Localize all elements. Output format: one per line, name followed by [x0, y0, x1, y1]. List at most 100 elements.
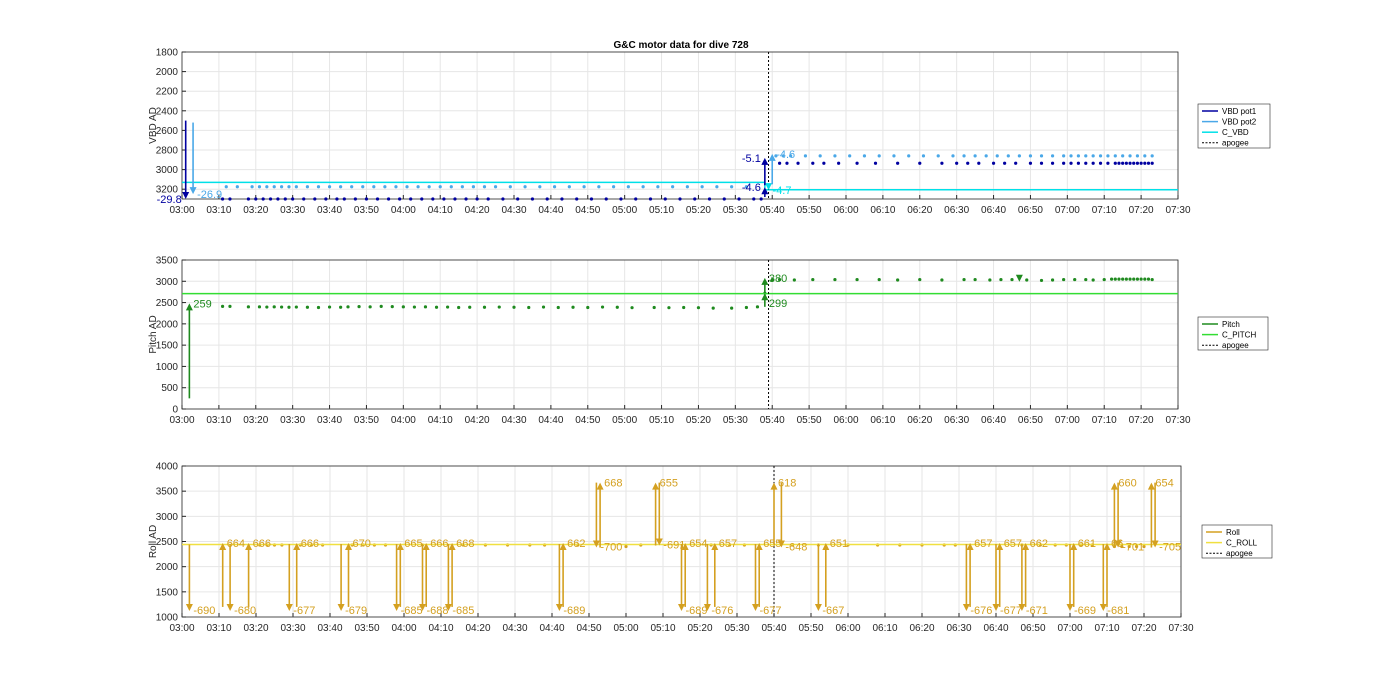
x-tick-label: 05:00 [612, 205, 637, 216]
data-point [280, 185, 284, 189]
data-point [940, 161, 944, 165]
data-point [1146, 277, 1151, 281]
data-point [589, 197, 594, 201]
legend-entry: apogee [1226, 549, 1253, 558]
data-point [420, 197, 424, 201]
legend-entry: Roll [1226, 528, 1240, 537]
data-point [523, 185, 527, 189]
data-point [294, 305, 298, 309]
data-point [951, 154, 955, 158]
arrow-label: -701 [1122, 542, 1144, 554]
data-point [567, 185, 571, 189]
arrow-label: -685 [452, 605, 474, 617]
arrow-label: -4.6 [742, 182, 761, 194]
arrow-label: -29.8 [157, 194, 182, 206]
data-point [995, 154, 999, 158]
data-point [575, 197, 579, 201]
legend-entry: apogee [1222, 341, 1249, 350]
data-point [327, 185, 332, 189]
x-tick-label: 03:30 [280, 415, 305, 426]
arrow-label: -681 [1107, 605, 1129, 617]
x-tick-label: 04:50 [576, 623, 601, 634]
data-point [294, 185, 298, 189]
arrow-label: 665 [404, 538, 422, 550]
y-tick-label: 2000 [156, 319, 179, 330]
data-point [862, 154, 867, 158]
data-point [955, 161, 959, 165]
data-point [508, 185, 512, 189]
arrow-label: -688 [427, 605, 449, 617]
data-point [667, 306, 671, 310]
data-point [855, 161, 859, 165]
data-point [339, 305, 343, 309]
data-point [848, 154, 852, 158]
data-point [1150, 154, 1154, 158]
data-point [386, 197, 391, 201]
data-point [1106, 154, 1110, 158]
arrow-label: 666 [253, 538, 271, 550]
arrow-label: 259 [193, 298, 211, 310]
data-point [962, 154, 966, 158]
arrow-label: -680 [234, 605, 256, 617]
data-point [265, 305, 269, 309]
data-point [339, 185, 343, 189]
data-point [785, 161, 789, 165]
data-point [1028, 154, 1033, 158]
data-point [999, 277, 1003, 282]
x-tick-label: 07:20 [1131, 623, 1156, 634]
data-point [1050, 154, 1055, 158]
data-point [755, 305, 760, 309]
arrow-label: 666 [430, 538, 448, 550]
data-point [431, 197, 435, 201]
data-point [877, 154, 881, 158]
data-point [1084, 154, 1088, 158]
y-tick-label: 1800 [156, 48, 179, 59]
data-point [1139, 161, 1143, 165]
x-tick-label: 03:00 [169, 623, 194, 634]
data-point [324, 197, 328, 201]
chart-panel-2: 03:00 03:10 03:20 03:30 03:40 03:50 04:00 04:10… [148, 256, 1269, 426]
data-point [1062, 161, 1066, 165]
legend: RollC_ROLLapogee [1201, 524, 1273, 559]
data-point [379, 304, 383, 309]
x-tick-label: 06:10 [870, 205, 895, 216]
y-tick-label: 3000 [156, 277, 179, 288]
y-tick-label: 1500 [156, 587, 179, 598]
data-point [711, 306, 715, 310]
x-tick-label: 06:40 [983, 623, 1008, 634]
x-tick-label: 05:30 [724, 623, 749, 634]
data-point [973, 154, 977, 158]
arrow-label: -685 [401, 605, 423, 617]
data-point [516, 197, 520, 201]
data-point [368, 305, 372, 309]
data-point [1039, 161, 1044, 165]
legend-entry: C_VBD [1222, 128, 1249, 137]
arrow-label: 657 [719, 538, 737, 550]
data-point [624, 544, 628, 549]
data-point [460, 185, 464, 189]
figure-canvas: G&C motor data for dive 728 03:00 03:10 03… [148, 40, 1273, 634]
arrow-label: -700 [600, 542, 622, 554]
data-point [1069, 154, 1073, 158]
data-point [364, 197, 369, 201]
arrow-label: 654 [1155, 478, 1173, 490]
data-point [375, 197, 380, 201]
arrow-label: -26.9 [197, 189, 222, 201]
data-point [283, 197, 287, 201]
x-tick-label: 06:50 [1018, 205, 1043, 216]
data-point [796, 161, 800, 165]
data-point [1084, 277, 1088, 282]
x-tick-label: 03:20 [243, 415, 268, 426]
x-tick-label: 07:30 [1165, 205, 1190, 216]
data-point [737, 197, 741, 201]
x-tick-label: 03:20 [243, 205, 268, 216]
data-point [707, 197, 712, 201]
data-point [1121, 154, 1125, 158]
data-point [811, 161, 815, 165]
y-tick-label: 2000 [156, 562, 179, 573]
x-tick-label: 03:30 [280, 623, 305, 634]
data-point [1010, 277, 1014, 282]
data-point [316, 185, 321, 189]
data-point [220, 304, 225, 309]
arrow-label: 657 [974, 538, 992, 550]
